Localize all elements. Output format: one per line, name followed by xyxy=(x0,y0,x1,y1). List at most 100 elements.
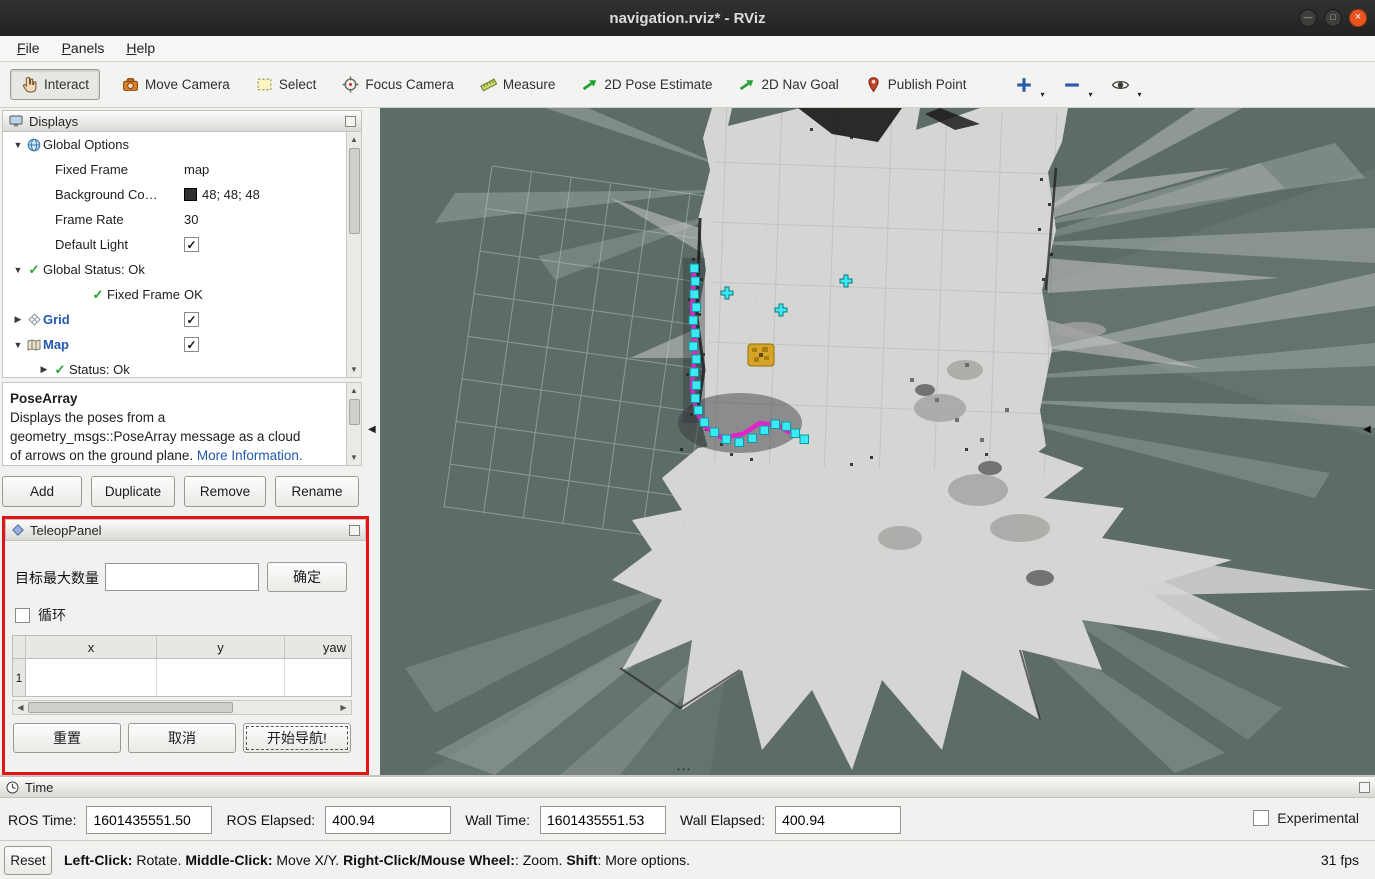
expand-arrow-icon[interactable]: ▼ xyxy=(11,340,25,350)
remove-button[interactable]: Remove xyxy=(184,476,266,507)
description-scrollbar[interactable]: ▲ ▼ xyxy=(346,383,361,465)
tool-select[interactable]: Select xyxy=(252,70,321,99)
tool-2d-pose-estimate[interactable]: 2D Pose Estimate xyxy=(577,70,716,99)
tree-row-global-options[interactable]: ▼ Global Options xyxy=(3,132,361,157)
confirm-button[interactable]: 确定 xyxy=(267,562,347,592)
tool-2d-nav-goal[interactable]: 2D Nav Goal xyxy=(734,70,842,99)
map-icon xyxy=(25,339,43,351)
scroll-left-icon[interactable]: ◀ xyxy=(13,701,28,714)
teleop-panel-header[interactable]: TeleopPanel xyxy=(5,519,366,541)
wall-elapsed-value[interactable] xyxy=(775,806,901,834)
cell-x[interactable] xyxy=(26,659,157,696)
window-controls: — □ × xyxy=(1299,9,1367,27)
tool-move-camera[interactable]: Move Camera xyxy=(118,70,234,99)
ros-elapsed-value[interactable] xyxy=(325,806,451,834)
color-swatch[interactable] xyxy=(184,188,197,201)
frame-rate-value[interactable]: 30 xyxy=(184,212,198,227)
wall-time-value[interactable] xyxy=(540,806,666,834)
table-corner-cell[interactable] xyxy=(13,636,26,658)
reset-goals-button[interactable]: 重置 xyxy=(13,723,121,753)
cell-y[interactable] xyxy=(157,659,285,696)
background-color-value[interactable]: 48; 48; 48 xyxy=(202,187,260,202)
menu-panels[interactable]: Panels xyxy=(51,36,116,61)
row-header[interactable]: 1 xyxy=(13,659,26,696)
scroll-up-icon[interactable]: ▲ xyxy=(347,383,362,398)
default-light-checkbox[interactable]: ✓ xyxy=(184,237,199,252)
tree-row-background-color[interactable]: Background Co… 48; 48; 48 xyxy=(3,182,361,207)
grid-checkbox[interactable]: ✓ xyxy=(184,312,199,327)
column-header-x[interactable]: x xyxy=(26,636,157,658)
column-header-yaw[interactable]: yaw xyxy=(285,636,349,658)
displays-scrollbar[interactable]: ▲ ▼ xyxy=(346,132,361,377)
duplicate-button[interactable]: Duplicate xyxy=(91,476,175,507)
more-information-link[interactable]: More Information. xyxy=(197,448,303,463)
rendered-map xyxy=(380,108,1375,775)
teleop-panel-title: TeleopPanel xyxy=(30,523,102,538)
expand-arrow-icon[interactable]: ▼ xyxy=(11,265,25,275)
tool-measure[interactable]: Measure xyxy=(476,70,560,99)
panel-dock-icon[interactable] xyxy=(1359,782,1370,793)
status-ok-icon: ✓ xyxy=(51,362,69,378)
panel-dock-icon[interactable] xyxy=(349,525,360,536)
caret-down-icon[interactable]: ▾ xyxy=(1138,90,1142,99)
ros-time-value[interactable] xyxy=(86,806,212,834)
cell-yaw[interactable] xyxy=(285,659,349,696)
rename-button[interactable]: Rename xyxy=(275,476,359,507)
wall-elapsed-label: Wall Elapsed: xyxy=(680,812,765,828)
panel-collapse-arrow-icon[interactable]: ◀ xyxy=(1363,424,1371,435)
scroll-up-icon[interactable]: ▲ xyxy=(347,132,362,147)
visibility-tool-button[interactable]: ▾ xyxy=(1109,72,1132,98)
scroll-right-icon[interactable]: ▶ xyxy=(336,701,351,714)
map-checkbox[interactable]: ✓ xyxy=(184,337,199,352)
tree-row-map[interactable]: ▼ Map ✓ xyxy=(3,332,361,357)
caret-down-icon[interactable]: ▾ xyxy=(1041,90,1045,99)
remove-tool-button[interactable]: ▾ xyxy=(1061,72,1083,98)
tree-row-global-status[interactable]: ▼ ✓ Global Status: Ok xyxy=(3,257,361,282)
ros-time-label: ROS Time: xyxy=(8,812,76,828)
menubar: File Panels Help xyxy=(0,36,1375,62)
map-view-canvas[interactable] xyxy=(380,108,1375,775)
panel-collapse-arrow-icon[interactable]: ◀ xyxy=(368,424,376,435)
column-header-y[interactable]: y xyxy=(157,636,285,658)
tool-focus-camera[interactable]: Focus Camera xyxy=(338,70,458,99)
add-button[interactable]: Add xyxy=(2,476,82,507)
displays-panel-header[interactable]: Displays xyxy=(2,110,362,132)
time-panel-header[interactable]: Time xyxy=(0,776,1375,798)
expand-arrow-icon[interactable]: ▼ xyxy=(11,140,25,150)
scroll-down-icon[interactable]: ▼ xyxy=(347,450,362,465)
experimental-checkbox[interactable] xyxy=(1253,810,1269,826)
expand-arrow-icon[interactable]: ▶ xyxy=(37,364,51,375)
add-tool-button[interactable]: ▾ xyxy=(1013,72,1035,98)
max-goal-input[interactable] xyxy=(105,563,259,591)
tree-row-fixed-frame-status[interactable]: ✓ Fixed Frame OK xyxy=(3,282,361,307)
fixed-frame-value[interactable]: map xyxy=(184,162,209,177)
panel-dock-icon[interactable] xyxy=(345,116,356,127)
display-description-panel: PoseArray Displays the poses from a geom… xyxy=(2,382,362,466)
start-navigation-button[interactable]: 开始导航! xyxy=(243,723,351,753)
scroll-down-icon[interactable]: ▼ xyxy=(347,362,362,377)
menu-help[interactable]: Help xyxy=(115,36,166,61)
maximize-button[interactable]: □ xyxy=(1324,9,1342,27)
tree-row-map-status[interactable]: ▶ ✓ Status: Ok xyxy=(3,357,361,378)
window-titlebar[interactable]: navigation.rviz* - RViz — □ × xyxy=(0,0,1375,36)
tree-row-default-light[interactable]: Default Light ✓ xyxy=(3,232,361,257)
caret-down-icon[interactable]: ▾ xyxy=(1089,90,1093,99)
close-button[interactable]: × xyxy=(1349,9,1367,27)
description-line: geometry_msgs::PoseArray message as a cl… xyxy=(10,429,300,444)
tool-interact[interactable]: Interact xyxy=(10,69,100,100)
reset-button[interactable]: Reset xyxy=(4,846,52,875)
scrollbar-thumb[interactable] xyxy=(28,702,233,713)
expand-arrow-icon[interactable]: ▶ xyxy=(11,314,25,325)
table-horizontal-scrollbar[interactable]: ◀ ▶ xyxy=(12,700,352,715)
hand-icon xyxy=(21,76,38,93)
menu-file[interactable]: File xyxy=(6,36,51,61)
tree-row-frame-rate[interactable]: Frame Rate 30 xyxy=(3,207,361,232)
scrollbar-thumb[interactable] xyxy=(349,399,360,425)
tool-publish-point[interactable]: Publish Point xyxy=(861,70,971,99)
cancel-button[interactable]: 取消 xyxy=(128,723,236,753)
minimize-button[interactable]: — xyxy=(1299,9,1317,27)
tree-row-grid[interactable]: ▶ Grid ✓ xyxy=(3,307,361,332)
scrollbar-thumb[interactable] xyxy=(349,148,360,234)
tree-row-fixed-frame[interactable]: Fixed Frame map xyxy=(3,157,361,182)
loop-checkbox[interactable] xyxy=(15,608,30,623)
